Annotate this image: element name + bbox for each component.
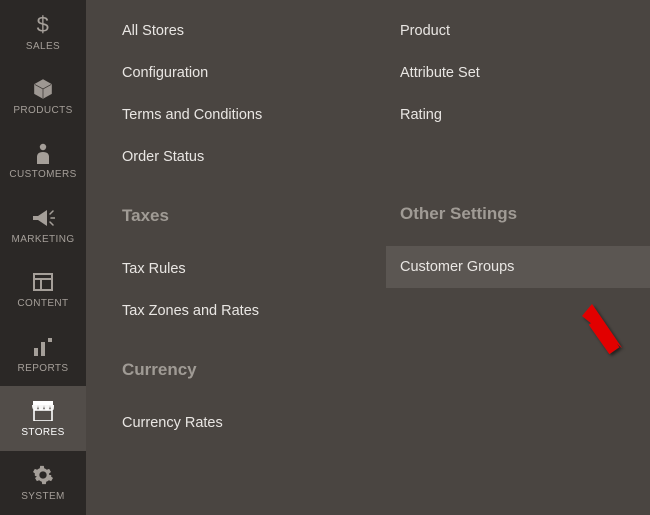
menu-tax-rules[interactable]: Tax Rules [122,248,372,290]
gear-icon [32,463,54,487]
sidebar-item-reports[interactable]: REPORTS [0,322,86,386]
sidebar-item-label: CUSTOMERS [9,169,76,180]
sidebar-item-label: STORES [21,427,64,438]
sidebar-item-label: MARKETING [11,234,74,245]
menu-configuration[interactable]: Configuration [122,52,372,94]
layout-icon [33,270,53,294]
cube-icon [32,77,54,101]
menu-tax-zones-rates[interactable]: Tax Zones and Rates [122,290,372,332]
flyout-right-column: Product Attribute Set Rating Other Setti… [400,0,650,288]
chart-bars-icon [33,335,53,359]
sidebar-item-label: SYSTEM [21,491,65,502]
megaphone-icon [31,206,55,230]
dollar-icon: $ [37,13,50,37]
sidebar-item-sales[interactable]: $ SALES [0,0,86,64]
menu-currency-rates[interactable]: Currency Rates [122,402,372,444]
person-icon [35,141,51,165]
section-heading-taxes: Taxes [122,206,372,226]
sidebar-item-label: CONTENT [17,298,68,309]
menu-all-stores[interactable]: All Stores [122,10,372,52]
sidebar-item-label: REPORTS [18,363,69,374]
sidebar-item-system[interactable]: SYSTEM [0,451,86,515]
menu-rating[interactable]: Rating [400,94,650,136]
sidebar-item-label: PRODUCTS [13,105,72,116]
menu-customer-groups[interactable]: Customer Groups [386,246,650,288]
menu-order-status[interactable]: Order Status [122,136,372,178]
section-heading-other-settings: Other Settings [400,204,650,224]
menu-product[interactable]: Product [400,10,650,52]
sidebar-item-stores[interactable]: STORES [0,386,86,450]
sidebar-item-marketing[interactable]: MARKETING [0,193,86,257]
menu-terms-conditions[interactable]: Terms and Conditions [122,94,372,136]
sidebar-item-label: SALES [26,41,60,52]
sidebar-item-customers[interactable]: CUSTOMERS [0,129,86,193]
stores-flyout: All Stores Configuration Terms and Condi… [86,0,650,515]
sidebar-item-content[interactable]: CONTENT [0,258,86,322]
section-heading-currency: Currency [122,360,372,380]
flyout-left-column: All Stores Configuration Terms and Condi… [122,0,372,444]
sidebar-item-products[interactable]: PRODUCTS [0,64,86,128]
admin-sidebar: $ SALES PRODUCTS CUSTOMERS MARKETING CON… [0,0,86,515]
menu-attribute-set[interactable]: Attribute Set [400,52,650,94]
store-icon [31,399,55,423]
